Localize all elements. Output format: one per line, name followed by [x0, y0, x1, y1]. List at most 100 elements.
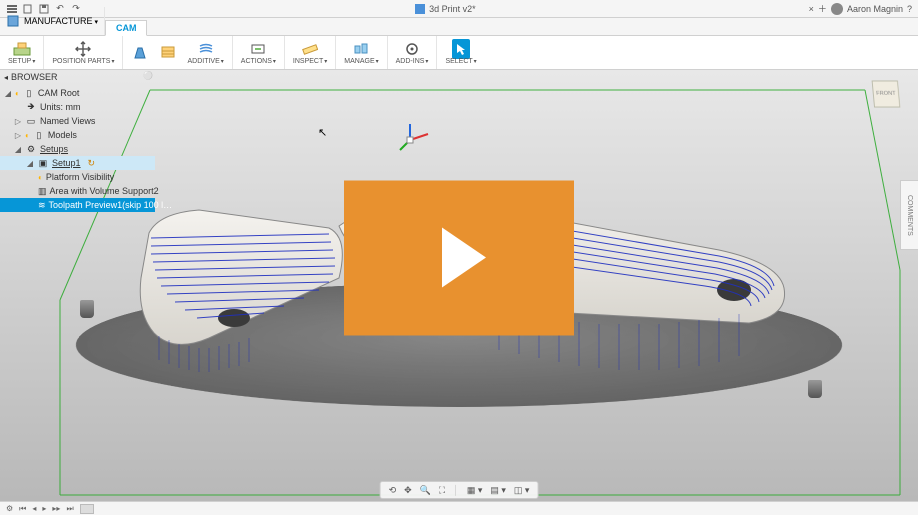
browser-header[interactable]: ◂ BROWSER ⚪ — [0, 70, 155, 84]
document-title: 3d Print v2* — [429, 4, 476, 14]
manage-label: MANAGE — [344, 58, 374, 65]
workspace-tabstrip: MANUFACTURE CAM — [0, 18, 918, 36]
sync-icon[interactable]: ↻ — [88, 158, 96, 169]
timeline-play-start-icon[interactable]: ⏮ — [19, 504, 26, 514]
tree-area-support[interactable]: ▥ Area with Volume Support2 — [0, 184, 155, 198]
browser-tree: ◢ ◐ ▯ CAM Root 🡺 Units: mm ▷ ▭ Named Vie… — [0, 84, 155, 214]
ribbon-group-select: SELECT — [437, 36, 484, 69]
add-ins-button[interactable]: ADD-INS — [394, 40, 431, 66]
timeline-step-fwd-icon[interactable]: ▸▸ — [52, 504, 60, 513]
visibility-bulb-icon[interactable]: ◐ — [38, 173, 43, 182]
avatar[interactable] — [831, 3, 843, 15]
comments-rail[interactable]: COMMENTS — [900, 180, 918, 250]
tree-label: Setups — [40, 144, 68, 154]
additive-layers-button[interactable]: ADDITIVE — [185, 40, 225, 66]
play-icon — [442, 228, 486, 288]
setup-icon: ▣ — [37, 157, 49, 169]
viewcube-face[interactable]: FRONT — [872, 80, 901, 107]
ribbon-group-actions: ACTIONS — [233, 36, 285, 69]
expand-icon[interactable]: ◢ — [14, 145, 22, 154]
expand-icon[interactable]: ◢ — [4, 89, 12, 98]
timeline-step-back-icon[interactable]: ◂ — [32, 504, 36, 513]
new-tab-icon[interactable]: ＋ — [818, 2, 827, 15]
ribbon-group-addins: ADD-INS — [388, 36, 438, 69]
move-icon — [74, 41, 92, 57]
title-bar: ↶ ↷ 3d Print v2* × ＋ Aaron Magnin ? — [0, 0, 918, 18]
display-settings-icon[interactable]: ▦ ▾ — [467, 485, 483, 496]
video-play-overlay[interactable] — [344, 180, 574, 335]
manage-icon — [352, 41, 370, 57]
zoom-icon[interactable]: 🔍 — [420, 485, 431, 496]
toolpath-icon: ≋ — [38, 199, 46, 211]
additive-print-button[interactable] — [129, 43, 151, 62]
timeline-settings-icon[interactable]: ⚙ — [6, 504, 13, 513]
tree-setups[interactable]: ◢ ⚙ Setups — [0, 142, 155, 156]
visibility-bulb-icon[interactable]: ◐ — [15, 89, 20, 98]
document-title-area: 3d Print v2* — [88, 4, 803, 14]
grid-icon[interactable]: ▤ ▾ — [490, 485, 506, 496]
tree-units[interactable]: 🡺 Units: mm — [0, 100, 155, 114]
position-parts-button[interactable]: POSITION PARTS — [50, 40, 116, 66]
timeline-feature[interactable] — [80, 504, 94, 514]
actions-button[interactable]: ACTIONS — [239, 40, 278, 66]
addins-label: ADD-INS — [396, 58, 425, 65]
tree-label: Area with Volume Support2 — [50, 186, 159, 196]
tab-cam-label: CAM — [116, 23, 137, 33]
support-icon — [159, 44, 177, 60]
manage-button[interactable]: MANAGE — [342, 40, 380, 66]
fit-icon[interactable]: ⛶ — [439, 485, 445, 496]
timeline-play-icon[interactable]: ▸ — [42, 504, 46, 513]
ribbon-group-additive: ADDITIVE — [123, 36, 232, 69]
tree-label: Models — [48, 130, 77, 140]
ribbon-toolbar: SETUP POSITION PARTS ADDITIVE ACTIONS — [0, 36, 918, 70]
select-button[interactable]: SELECT — [443, 40, 478, 66]
user-name[interactable]: Aaron Magnin — [847, 4, 903, 14]
inspect-label: INSPECT — [293, 58, 323, 65]
setup-button[interactable]: SETUP — [6, 40, 37, 66]
expand-icon[interactable]: ◢ — [26, 159, 34, 168]
collapse-icon[interactable]: ◂ — [4, 73, 8, 82]
units-icon: 🡺 — [25, 101, 37, 113]
actions-icon — [249, 41, 267, 57]
ribbon-group-inspect: INSPECT — [285, 36, 336, 69]
layers-icon — [197, 41, 215, 57]
print-icon — [131, 44, 149, 60]
setups-icon: ⚙ — [25, 143, 37, 155]
pan-icon[interactable]: ✥ — [404, 485, 412, 496]
inspect-button[interactable]: INSPECT — [291, 40, 329, 66]
tree-root[interactable]: ◢ ◐ ▯ CAM Root — [0, 86, 155, 100]
help-icon[interactable]: ? — [907, 4, 912, 14]
additive-support-button[interactable] — [157, 43, 179, 62]
addins-icon — [403, 41, 421, 57]
close-tab-icon[interactable]: × — [809, 4, 814, 14]
workspace-switcher[interactable]: MANUFACTURE — [0, 7, 105, 35]
tree-models[interactable]: ▷ ◐ ▯ Models — [0, 128, 155, 142]
expand-icon[interactable]: ▷ — [14, 117, 22, 126]
tab-cam[interactable]: CAM — [105, 20, 148, 36]
tree-platform-visibility[interactable]: ◐ Platform Visibility — [0, 170, 155, 184]
browser-panel: ◂ BROWSER ⚪ ◢ ◐ ▯ CAM Root 🡺 Units: mm ▷… — [0, 70, 155, 214]
ribbon-group-position: POSITION PARTS — [44, 36, 123, 69]
view-cube[interactable]: FRONT — [868, 76, 904, 112]
tree-label: Named Views — [40, 116, 95, 126]
user-area: × ＋ Aaron Magnin ? — [803, 2, 918, 15]
actions-label: ACTIONS — [241, 58, 272, 65]
tree-toolpath-preview[interactable]: ≋ Toolpath Preview1(skip 100 l… — [0, 198, 155, 212]
additive-label: ADDITIVE — [187, 58, 219, 65]
workspace-label: MANUFACTURE — [24, 16, 98, 26]
tree-setup1[interactable]: ◢ ▣ Setup1 ↻ — [0, 156, 155, 170]
panel-options-icon[interactable]: ⚪ — [143, 71, 153, 80]
visibility-bulb-icon[interactable]: ◐ — [25, 131, 30, 140]
expand-icon[interactable]: ▷ — [14, 131, 22, 140]
viewports-icon[interactable]: ◫ ▾ — [514, 485, 530, 496]
manufacture-icon — [6, 14, 20, 28]
setup-icon — [13, 41, 31, 57]
tree-label: Units: mm — [40, 102, 81, 112]
orbit-icon[interactable]: ⟲ — [389, 485, 397, 496]
tree-named-views[interactable]: ▷ ▭ Named Views — [0, 114, 155, 128]
tree-label: Toolpath Preview1(skip 100 l… — [49, 200, 173, 210]
timeline-end-icon[interactable]: ⏭ — [66, 504, 73, 514]
tree-label: CAM Root — [38, 88, 80, 98]
ribbon-group-setup: SETUP — [0, 36, 44, 69]
comments-label: COMMENTS — [906, 195, 913, 236]
